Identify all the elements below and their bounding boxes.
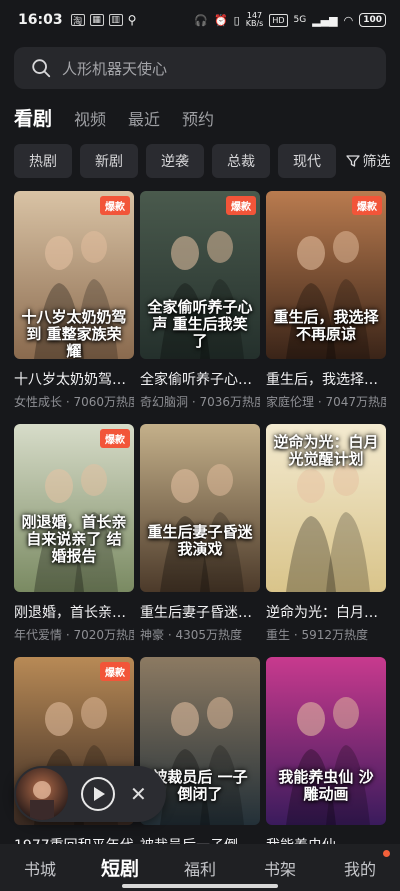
drama-meta: 奇幻脑洞 · 7036万热度	[140, 395, 260, 409]
tab-recent[interactable]: 最近	[128, 106, 160, 130]
nav-short-drama[interactable]: 短剧	[80, 854, 160, 881]
chip-ceo[interactable]: 总裁	[212, 144, 270, 178]
chip-hot[interactable]: 热剧	[14, 144, 72, 178]
usb-icon: ⚲	[127, 13, 137, 27]
drama-card[interactable]: 重生后，我选择不再原谅 爆款重生后，我选择不再原谅家庭伦理 · 7047万热度	[266, 191, 386, 410]
drama-poster[interactable]: 重生后妻子昏迷我演戏	[140, 424, 260, 592]
tab-reservation[interactable]: 预约	[182, 106, 214, 130]
poster-title-art: 重生后，我选择不再原谅	[273, 308, 379, 343]
drama-card[interactable]: 全家偷听养子心声 重生后我笑了 爆款全家偷听养子心声，重生后我笑了奇幻脑洞 · 7…	[140, 191, 260, 410]
chip-comeback[interactable]: 逆袭	[146, 144, 204, 178]
net-speed: 147 KB/s	[245, 11, 264, 28]
nav-mine[interactable]: 我的	[320, 849, 400, 880]
drama-title[interactable]: 刚退婚，首长亲自来说亲了	[14, 602, 134, 622]
home-indicator	[122, 884, 278, 888]
drama-card[interactable]: 我能养虫仙 沙雕动画我能养虫仙	[266, 657, 386, 855]
filter-icon	[345, 155, 360, 167]
poster-title-art: 十八岁太奶奶驾到 重整家族荣耀	[21, 308, 127, 360]
drama-card[interactable]: 逆命为光：白月光觉醒计划逆命为光：白月光觉醒计划重生 · 5912万热度	[266, 424, 386, 643]
main-tabs: 看剧 视频 最近 预约	[14, 104, 214, 131]
status-left-icons: 淘 ▦ ▥ ⚲	[70, 13, 137, 27]
mini-player[interactable]: ✕	[14, 766, 166, 822]
status-right: 🎧 ⏰ ▯ 147 KB/s HD 5G ▂▄▆ ◠ 100	[194, 12, 386, 28]
drama-title[interactable]: 重生后，我选择不再原谅	[266, 369, 386, 389]
drama-card[interactable]: 十八岁太奶奶驾到 重整家族荣耀 爆款十八岁太奶奶驾到，重整家族荣耀女性成长 · 7…	[14, 191, 134, 410]
app-notification-icon: ▦	[89, 14, 104, 26]
play-icon[interactable]	[80, 776, 116, 812]
wifi-icon: ◠	[343, 13, 354, 27]
drama-card[interactable]: 重生后妻子昏迷我演戏重生后妻子昏迷我演戏神豪 · 4305万热度	[140, 424, 260, 643]
poster-artwork	[140, 424, 260, 592]
drama-meta: 家庭伦理 · 7047万热度	[266, 395, 386, 409]
vibrate-icon: ▯	[233, 13, 240, 27]
nav-bookshelf[interactable]: 书架	[240, 856, 320, 880]
search-bar[interactable]: 人形机器天使心	[14, 47, 386, 89]
hot-badge: 爆款	[100, 196, 130, 215]
close-icon[interactable]: ✕	[130, 782, 147, 806]
drama-meta: 重生 · 5912万热度	[266, 628, 368, 642]
taobao-icon: 淘	[70, 14, 85, 27]
poster-artwork	[14, 424, 134, 592]
search-placeholder: 人形机器天使心	[62, 59, 168, 78]
tab-watch-drama[interactable]: 看剧	[14, 104, 52, 131]
drama-poster[interactable]: 刚退婚，首长亲自来说亲了 结婚报告 爆款	[14, 424, 134, 592]
poster-title-art: 刚退婚，首长亲自来说亲了 结婚报告	[21, 513, 127, 565]
drama-title[interactable]: 重生后妻子昏迷我演戏	[140, 602, 260, 622]
headphones-icon: 🎧	[194, 13, 208, 27]
status-bar: 16:03 淘 ▦ ▥ ⚲ 🎧 ⏰ ▯ 147 KB/s HD 5G ▂▄▆ ◠ …	[0, 0, 400, 40]
drama-meta: 神豪 · 4305万热度	[140, 628, 242, 642]
drama-card[interactable]: 被裁员后 一子倒闭了被裁员后一子倒闭了	[140, 657, 260, 855]
nav-welfare[interactable]: 福利	[160, 856, 240, 880]
drama-card[interactable]: 刚退婚，首长亲自来说亲了 结婚报告 爆款刚退婚，首长亲自来说亲了年代爱情 · 70…	[14, 424, 134, 643]
drama-poster[interactable]: 全家偷听养子心声 重生后我笑了 爆款	[140, 191, 260, 359]
filter-label: 筛选	[362, 154, 391, 170]
app-notification-icon-2: ▥	[108, 14, 123, 26]
poster-title-art: 我能养虫仙 沙雕动画	[278, 768, 374, 803]
drama-meta: 女性成长 · 7060万热度	[14, 395, 134, 409]
nav-bookstore[interactable]: 书城	[0, 856, 80, 880]
poster-title-art: 全家偷听养子心声 重生后我笑了	[147, 298, 253, 350]
chip-modern[interactable]: 现代	[278, 144, 336, 178]
alarm-icon: ⏰	[213, 13, 228, 27]
poster-title-art: 重生后妻子昏迷我演戏	[147, 523, 253, 558]
drama-poster[interactable]: 重生后，我选择不再原谅 爆款	[266, 191, 386, 359]
hot-badge: 爆款	[100, 662, 130, 681]
poster-title-art: 逆命为光：白月光觉醒计划	[273, 433, 379, 468]
hot-badge: 爆款	[226, 196, 256, 215]
drama-poster[interactable]: 十八岁太奶奶驾到 重整家族荣耀 爆款	[14, 191, 134, 359]
hd-badge: HD	[269, 13, 288, 27]
signal-bars-icon: ▂▄▆	[312, 13, 338, 27]
drama-meta: 年代爱情 · 7020万热度	[14, 628, 134, 642]
chip-new[interactable]: 新剧	[80, 144, 138, 178]
signal-5g: 5G	[293, 15, 307, 25]
filter-button[interactable]: 筛选	[336, 144, 400, 178]
mini-player-cover[interactable]	[16, 768, 68, 820]
search-icon	[32, 59, 51, 78]
drama-title[interactable]: 逆命为光：白月光觉醒计划	[266, 602, 386, 622]
drama-title[interactable]: 全家偷听养子心声，重生后我笑了	[140, 369, 260, 389]
notification-dot	[383, 849, 390, 857]
hot-badge: 爆款	[100, 429, 130, 448]
tab-video[interactable]: 视频	[74, 106, 106, 130]
hot-badge: 爆款	[352, 196, 382, 215]
drama-poster[interactable]: 我能养虫仙 沙雕动画	[266, 657, 386, 825]
battery-indicator: 100	[359, 13, 386, 27]
drama-poster[interactable]: 逆命为光：白月光觉醒计划	[266, 424, 386, 592]
drama-title[interactable]: 十八岁太奶奶驾到，重整家族荣耀	[14, 369, 134, 389]
drama-card[interactable]: 爆款1977重回和平年代	[14, 657, 134, 855]
status-time: 16:03	[18, 12, 63, 28]
